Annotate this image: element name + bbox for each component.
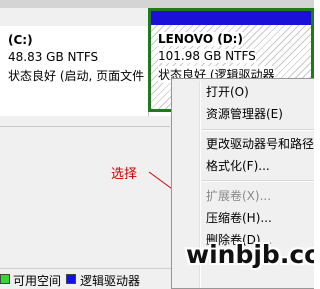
volume-c-status: 状态良好 (启动, 页面文件	[8, 69, 145, 83]
legend-label-free-space: 可用空间	[13, 274, 62, 288]
volume-c[interactable]: (C:) 48.83 GB NTFS 状态良好 (启动, 页面文件	[0, 8, 149, 116]
volume-d-size: 101.98 GB NTFS	[158, 49, 256, 63]
volume-c-header-bar	[0, 8, 148, 26]
legend-label-logical-drive: 逻辑驱动器	[80, 274, 141, 288]
menu-item-format[interactable]: 格式化(F)...	[206, 157, 270, 175]
volume-c-size: 48.83 GB NTFS	[8, 50, 99, 64]
menu-item-change-drive-letter[interactable]: 更改驱动器号和路径	[206, 135, 314, 153]
menu-item-extend-volume: 扩展卷(X)...	[206, 189, 272, 203]
menu-item-explorer[interactable]: 资源管理器(E)	[206, 105, 283, 123]
volume-d-header-bar	[151, 11, 311, 25]
disk-management-screenshot: (C:) 48.83 GB NTFS 状态良好 (启动, 页面文件 LENOVO…	[0, 0, 314, 289]
menu-separator-1	[202, 129, 314, 131]
volume-d-name: LENOVO (D:)	[158, 32, 243, 46]
menu-item-open[interactable]: 打开(O)	[206, 83, 249, 101]
volume-c-name: (C:)	[8, 33, 33, 47]
watermark: winbjb.com	[186, 240, 314, 269]
annotation-label: 选择	[111, 167, 138, 182]
legend-swatch-free-space	[0, 274, 10, 284]
menu-separator-2	[202, 180, 314, 182]
legend-swatch-logical-drive	[66, 274, 76, 284]
area-divider	[0, 126, 170, 127]
menu-item-shrink-volume[interactable]: 压缩卷(H)...	[206, 209, 272, 227]
